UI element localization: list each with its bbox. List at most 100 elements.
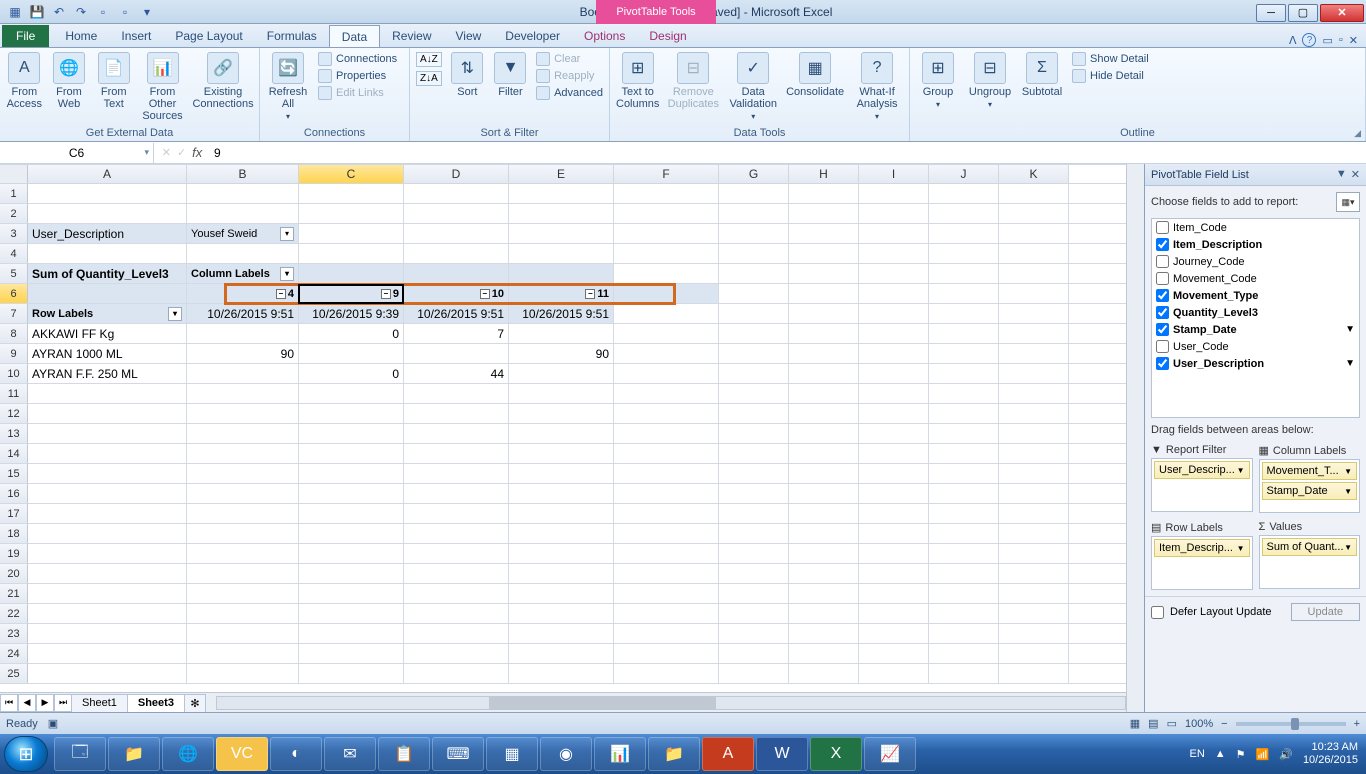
cell[interactable]	[404, 184, 509, 203]
cell[interactable]	[299, 404, 404, 423]
cell[interactable]	[789, 304, 859, 323]
cell[interactable]	[929, 504, 999, 523]
cell[interactable]	[859, 604, 929, 623]
area-field-item[interactable]: User_Descrip...▼	[1154, 461, 1250, 479]
cell[interactable]	[929, 544, 999, 563]
cell[interactable]	[719, 664, 789, 683]
cell[interactable]	[404, 464, 509, 483]
cell[interactable]	[509, 624, 614, 643]
pivot-col-group[interactable]: −11	[509, 284, 614, 303]
filter-dropdown-icon[interactable]: ▾	[280, 267, 294, 281]
language-indicator[interactable]: EN	[1189, 748, 1204, 760]
cell[interactable]	[999, 344, 1069, 363]
pivot-col-group[interactable]: −9	[299, 284, 404, 303]
connections-link[interactable]: Connections	[318, 52, 397, 66]
last-sheet-button[interactable]: ⏭	[54, 694, 72, 712]
collapse-icon[interactable]: −	[585, 289, 595, 299]
layout-options-button[interactable]: ▦▾	[1336, 192, 1360, 212]
cell[interactable]	[299, 384, 404, 403]
row-header[interactable]: 9	[0, 344, 28, 363]
cell[interactable]	[859, 544, 929, 563]
cell[interactable]	[404, 584, 509, 603]
area-dropzone[interactable]: Sum of Quant...▼	[1259, 535, 1361, 589]
pivot-filter-label[interactable]: User_Description	[28, 224, 187, 243]
taskbar-item[interactable]: ◉	[540, 737, 592, 771]
row-header[interactable]: 2	[0, 204, 28, 223]
show-detail-link[interactable]: Show Detail	[1072, 52, 1149, 66]
cell[interactable]	[614, 244, 719, 263]
cell[interactable]	[404, 404, 509, 423]
maximize-button[interactable]: ▢	[1288, 4, 1318, 22]
cell[interactable]	[789, 324, 859, 343]
text-to-columns-button[interactable]: ⊞Text to Columns	[616, 52, 659, 110]
dropdown-icon[interactable]: ▼	[1344, 467, 1352, 476]
row-header[interactable]: 21	[0, 584, 28, 603]
cell[interactable]	[404, 664, 509, 683]
sort-desc-icon[interactable]: Z↓A	[416, 71, 442, 86]
row-header[interactable]: 25	[0, 664, 28, 683]
cell[interactable]	[509, 644, 614, 663]
col-header[interactable]: I	[859, 165, 929, 183]
minimize-ribbon-icon[interactable]: ᐱ	[1289, 34, 1297, 47]
cell[interactable]	[404, 204, 509, 223]
cell[interactable]	[28, 184, 187, 203]
cell[interactable]	[28, 424, 187, 443]
cell[interactable]	[614, 304, 719, 323]
restore-workbook-icon[interactable]: ▫	[1339, 34, 1343, 46]
cell[interactable]	[789, 284, 859, 303]
name-box[interactable]: ▾	[0, 143, 154, 163]
view-normal-icon[interactable]: ▦	[1130, 717, 1140, 730]
cell[interactable]	[719, 464, 789, 483]
remove-duplicates-button[interactable]: ⊟Remove Duplicates	[667, 52, 719, 110]
pivot-col-date[interactable]: 10/26/2015 9:39	[299, 304, 404, 323]
tray-network-icon[interactable]: 📶	[1256, 748, 1270, 761]
cell[interactable]	[28, 604, 187, 623]
col-header[interactable]: A	[28, 165, 187, 183]
cell[interactable]	[187, 184, 299, 203]
cell[interactable]	[614, 364, 719, 383]
cell[interactable]	[999, 364, 1069, 383]
cell[interactable]	[187, 384, 299, 403]
cell[interactable]	[509, 244, 614, 263]
cell[interactable]	[404, 264, 509, 283]
ungroup-button[interactable]: ⊟Ungroup▾	[968, 52, 1012, 109]
cell[interactable]	[929, 444, 999, 463]
area-dropzone[interactable]: Movement_T...▼ Stamp_Date▼	[1259, 459, 1361, 513]
cell[interactable]	[187, 484, 299, 503]
pivot-value[interactable]: 90	[187, 344, 299, 363]
cell[interactable]	[509, 484, 614, 503]
taskbar-item[interactable]: 📁	[108, 737, 160, 771]
cell[interactable]	[299, 184, 404, 203]
cell[interactable]	[509, 184, 614, 203]
row-header[interactable]: 8	[0, 324, 28, 343]
col-header[interactable]: C	[299, 165, 404, 183]
cell[interactable]	[404, 644, 509, 663]
cell[interactable]	[187, 624, 299, 643]
cell[interactable]	[28, 444, 187, 463]
cell[interactable]	[187, 464, 299, 483]
cell[interactable]	[28, 204, 187, 223]
cell[interactable]	[187, 444, 299, 463]
formula-input[interactable]	[210, 143, 1366, 163]
dropdown-icon[interactable]: ▼	[1237, 544, 1245, 553]
cell[interactable]	[28, 284, 187, 303]
cell[interactable]	[614, 204, 719, 223]
vertical-scrollbar[interactable]	[1126, 164, 1144, 712]
field-checkbox[interactable]	[1156, 238, 1169, 251]
cell[interactable]	[999, 284, 1069, 303]
properties-link[interactable]: Properties	[318, 69, 397, 83]
existing-connections-button[interactable]: 🔗Existing Connections	[193, 52, 253, 110]
cell[interactable]	[614, 664, 719, 683]
cell[interactable]	[299, 444, 404, 463]
filter-button[interactable]: ▼Filter	[493, 52, 528, 98]
tab-insert[interactable]: Insert	[109, 25, 163, 47]
cell[interactable]	[28, 384, 187, 403]
cell[interactable]	[299, 564, 404, 583]
field-checkbox[interactable]	[1156, 272, 1169, 285]
cell[interactable]	[28, 244, 187, 263]
cell[interactable]	[929, 184, 999, 203]
cell[interactable]	[929, 644, 999, 663]
horizontal-scrollbar[interactable]	[216, 696, 1126, 710]
cell[interactable]	[28, 504, 187, 523]
cell[interactable]	[404, 224, 509, 243]
